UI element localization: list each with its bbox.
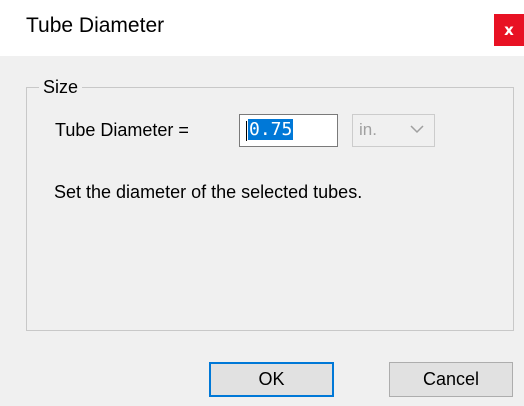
size-description: Set the diameter of the selected tubes. bbox=[54, 182, 363, 202]
unit-dropdown-value: in. bbox=[359, 120, 377, 139]
tube-diameter-dialog: Tube Diameter x Size Tube Diameter = 0.7… bbox=[0, 0, 524, 406]
unit-dropdown[interactable]: in. bbox=[352, 114, 435, 147]
dialog-client-area: Size Tube Diameter = 0.75 in. Set the di… bbox=[0, 56, 524, 406]
chevron-down-icon bbox=[410, 125, 424, 134]
cancel-button[interactable]: Cancel bbox=[389, 362, 513, 397]
tube-diameter-input[interactable]: 0.75 bbox=[239, 114, 338, 147]
close-icon: x bbox=[504, 21, 514, 39]
window-title: Tube Diameter bbox=[26, 14, 165, 37]
close-button[interactable]: x bbox=[494, 14, 524, 46]
size-group-legend: Size bbox=[39, 77, 83, 97]
text-caret bbox=[246, 120, 247, 141]
ok-button[interactable]: OK bbox=[209, 362, 334, 397]
tube-diameter-value: 0.75 bbox=[248, 119, 294, 140]
tube-diameter-label: Tube Diameter = bbox=[55, 120, 189, 140]
title-bar: Tube Diameter x bbox=[0, 0, 524, 56]
